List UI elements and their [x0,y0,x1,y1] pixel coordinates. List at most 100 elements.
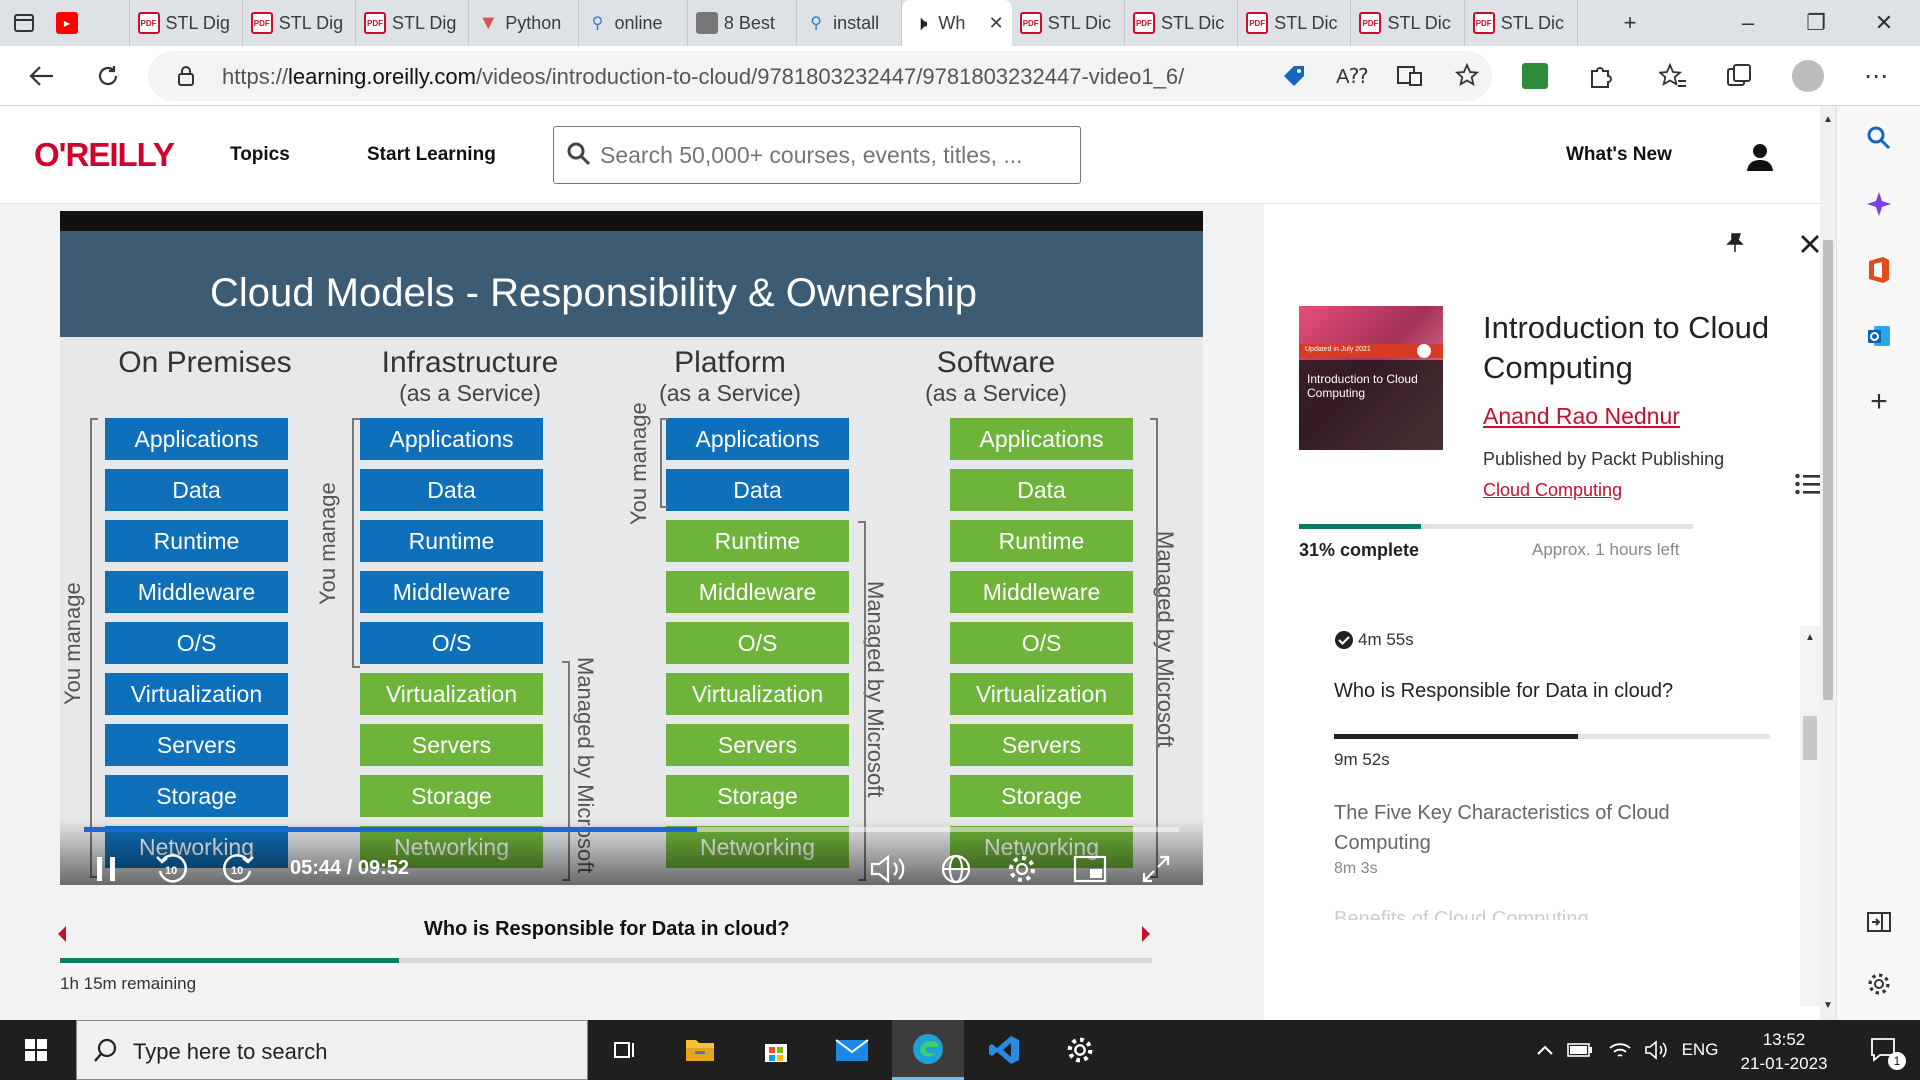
profile-avatar[interactable] [1788,56,1828,96]
battery-icon[interactable] [1562,1020,1598,1080]
settings-app-button[interactable] [1044,1020,1116,1080]
tag-icon[interactable] [1274,56,1314,96]
slide-side-label: You manage [315,482,340,605]
url-field[interactable]: https://learning.oreilly.com/videos/intr… [148,51,1492,101]
vscode-button[interactable] [968,1020,1040,1080]
oreilly-logo[interactable]: O'REILLY [34,136,175,174]
browser-tab[interactable]: PDF STL Dic [1125,0,1239,46]
nav-start-learning[interactable]: Start Learning [367,144,496,166]
globe-icon [941,854,971,884]
browser-tab[interactable]: PDF STL Dig [130,0,243,46]
new-tab-button[interactable]: + [1598,0,1662,46]
clock[interactable]: 13:52 21-01-2023 [1734,1028,1834,1076]
sidebar-search-icon[interactable] [1857,116,1901,160]
settings-button[interactable] [1002,851,1042,885]
rewind-10-button[interactable]: 10 [152,851,192,885]
browser-tab[interactable]: PDF STL Dic [1465,0,1578,46]
slide-side-label: You manage [626,402,651,525]
toc-item-current[interactable]: Who is Responsible for Data in cloud? [1334,680,1764,703]
favorites-icon[interactable] [1653,56,1693,96]
toc-duration: 9m 52s [1334,750,1390,769]
picture-in-picture-button[interactable] [1070,851,1110,885]
browser-tab[interactable]: PDF STL Dic [1238,0,1352,46]
minimize-button[interactable]: – [1716,0,1780,46]
sidebar-outlook-icon[interactable] [1857,314,1901,358]
pin-icon[interactable] [1724,232,1746,254]
start-button[interactable] [0,1020,72,1080]
tab-label: STL Dic [1160,12,1225,33]
mail-button[interactable] [816,1020,888,1080]
taskbar-search-box[interactable]: Type here to search [76,1020,588,1080]
back-button[interactable] [22,56,62,96]
edge-button[interactable] [892,1020,964,1080]
page-scrollbar[interactable]: ▲ ▼ [1820,106,1836,1020]
volume-button[interactable] [868,851,908,885]
toc-scrollbar[interactable]: ▲ [1800,626,1820,1006]
more-menu-icon[interactable]: ⋯ [1856,56,1896,96]
browser-tab[interactable]: ⚲ install [797,0,903,46]
course-cover-image[interactable]: Updated in July 2021 Introduction to Clo… [1299,306,1443,450]
browser-tab[interactable]: ▼ Python [469,0,579,46]
store-button[interactable] [740,1020,812,1080]
browser-tab[interactable]: PDF STL Dig [356,0,470,46]
clock-date: 21-01-2023 [1740,1054,1828,1073]
app-available-icon[interactable] [1390,56,1430,96]
sidebar-settings-icon[interactable] [1857,962,1901,1006]
topic-link[interactable]: Cloud Computing [1483,480,1622,501]
sidebar-hide-icon[interactable] [1857,900,1901,944]
restore-button[interactable]: ❐ [1784,0,1848,46]
refresh-button[interactable] [88,56,128,96]
language-button[interactable] [936,851,976,885]
fullscreen-button[interactable] [1136,851,1176,885]
mail-icon [835,1039,869,1061]
forward-10-button[interactable]: 10 [218,851,258,885]
author-link[interactable]: Anand Rao Nednur [1483,403,1680,430]
close-window-button[interactable]: ✕ [1852,0,1916,46]
video-player[interactable]: Cloud Models - Responsibility & Ownershi… [60,211,1203,885]
close-tab-icon[interactable]: ✕ [989,13,1004,34]
extension-green-icon[interactable] [1515,56,1555,96]
speaker-icon[interactable] [1638,1020,1674,1080]
browser-tab[interactable]: PDF STL Dig [243,0,356,46]
toc-item[interactable]: Benefits of Cloud Computing [1334,908,1764,920]
next-video-button[interactable] [1140,924,1152,944]
lock-icon[interactable] [166,56,206,96]
sidebar-office-icon[interactable] [1857,248,1901,292]
sidebar-add-icon[interactable]: + [1857,380,1901,424]
collections-icon[interactable] [1719,56,1759,96]
previous-video-button[interactable] [56,924,68,944]
tab-actions-icon[interactable] [0,0,48,46]
tray-chevron-icon[interactable] [1530,1020,1560,1080]
column-title: Infrastructure [381,346,559,379]
browser-tab[interactable]: PDF STL Dic [1012,0,1125,46]
wifi-icon[interactable] [1602,1020,1638,1080]
extensions-puzzle-icon[interactable] [1581,56,1621,96]
notification-center-button[interactable]: 1 [1848,1020,1920,1080]
language-indicator[interactable]: ENG [1676,1020,1724,1080]
slide-layer-cell: Servers [950,724,1133,766]
pause-button[interactable] [86,851,126,885]
nav-topics[interactable]: Topics [230,144,290,166]
sidebar-discover-icon[interactable] [1857,182,1901,226]
read-aloud-icon[interactable]: A⁇ [1332,56,1372,96]
video-progress-bar[interactable] [84,827,1179,832]
browser-tab[interactable]: PDF STL Dic [1351,0,1465,46]
browser-tab[interactable]: ▶ [48,0,130,46]
browser-tab[interactable]: 8 Best [688,0,798,46]
nav-whats-new[interactable]: What's New [1566,144,1672,166]
toc-item[interactable]: The Five Key Characteristics of Cloud Co… [1334,798,1764,858]
slide-bracket [1150,418,1158,878]
panel-progress-bar [1299,524,1693,529]
search-input[interactable] [600,137,1070,173]
browser-tab[interactable]: ⚲ online [579,0,688,46]
address-bar-row: https://learning.oreilly.com/videos/intr… [0,46,1920,106]
user-account-icon[interactable] [1745,142,1775,172]
file-explorer-button[interactable] [664,1020,736,1080]
close-panel-button[interactable] [1800,234,1820,254]
site-search-box[interactable] [553,126,1081,184]
tab-label: 8 Best [723,12,775,33]
task-view-button[interactable] [588,1020,660,1080]
browser-tab[interactable]: 🕨 Wh ✕ [902,0,1012,46]
add-favorite-icon[interactable] [1448,56,1488,96]
slide-layer-cell: Data [666,469,849,511]
